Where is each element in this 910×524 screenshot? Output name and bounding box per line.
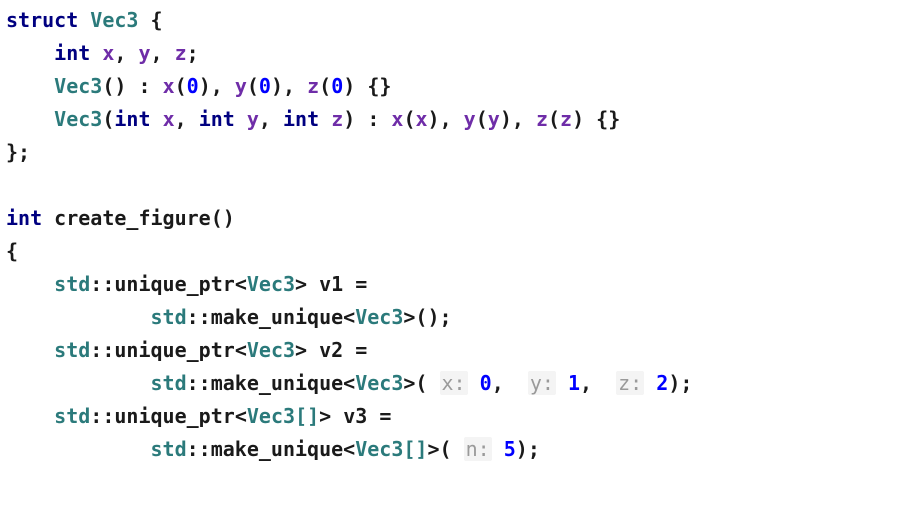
keyword-struct: struct: [6, 8, 78, 32]
var-v3: v3: [343, 404, 367, 428]
line-2: int x, y, z;: [6, 41, 199, 65]
field-x: x: [102, 41, 114, 65]
keyword-int: int: [54, 41, 90, 65]
param-hint-z: z:: [616, 371, 644, 395]
param-hint-y: y:: [528, 371, 556, 395]
line-10: std::make_unique<Vec3>();: [6, 305, 452, 329]
code-editor[interactable]: struct Vec3 { int x, y, z; Vec3() : x(0)…: [0, 0, 910, 470]
ctor-vec3-0: Vec3: [54, 74, 102, 98]
line-1: struct Vec3 {: [6, 8, 163, 32]
line-5: };: [6, 140, 30, 164]
line-8: {: [6, 239, 18, 263]
brace-open: {: [151, 8, 163, 32]
field-y: y: [138, 41, 150, 65]
line-3: Vec3() : x(0), y(0), z(0) {}: [6, 74, 391, 98]
line-4: Vec3(int x, int y, int z) : x(x), y(y), …: [6, 107, 620, 131]
param-hint-n: n:: [464, 437, 492, 461]
line-7: int create_figure(): [6, 206, 235, 230]
field-z: z: [175, 41, 187, 65]
type-vec3: Vec3: [90, 8, 138, 32]
line-9: std::unique_ptr<Vec3> v1 =: [6, 272, 367, 296]
param-hint-x: x:: [440, 371, 468, 395]
var-v2: v2: [319, 338, 343, 362]
var-v1: v1: [319, 272, 343, 296]
fn-create-figure: create_figure: [54, 206, 211, 230]
line-6-blank: [6, 173, 18, 197]
ctor-vec3-1: Vec3: [54, 107, 102, 131]
line-14: std::make_unique<Vec3[]>( n: 5);: [6, 437, 540, 461]
line-11: std::unique_ptr<Vec3> v2 =: [6, 338, 367, 362]
line-12: std::make_unique<Vec3>( x: 0, y: 1, z: 2…: [6, 371, 692, 395]
line-13: std::unique_ptr<Vec3[]> v3 =: [6, 404, 391, 428]
